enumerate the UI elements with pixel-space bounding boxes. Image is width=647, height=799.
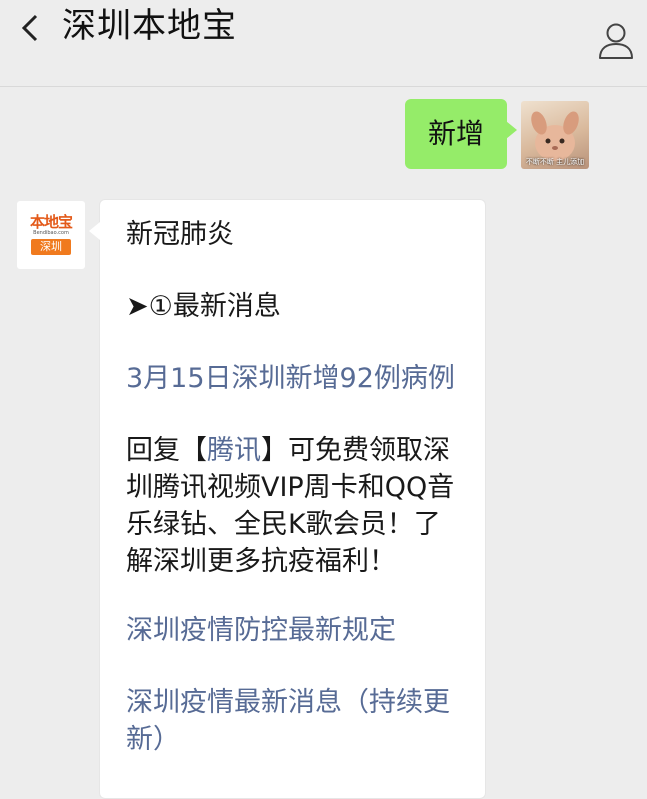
reply-suffix: 】可免费领取深 <box>261 435 450 466</box>
message-section: ➤①最新消息 <box>126 291 281 322</box>
logo-domain: Bendibao.com <box>33 230 69 236</box>
reply-line-2: 圳腾讯视频VIP周卡和QQ音 <box>126 472 455 503</box>
latest-news-link-line-1[interactable]: 深圳疫情最新消息（持续更 <box>126 684 471 721</box>
person-icon <box>599 23 633 59</box>
reply-line-1: 回复【腾讯】可免费领取深 <box>126 432 471 469</box>
logo-text: 本地宝 <box>29 213 73 231</box>
news-link[interactable]: 3月15日深圳新增92例病例 <box>126 360 471 397</box>
incoming-message: 新冠肺炎 ➤①最新消息 3月15日深圳新增92例病例 回复【腾讯】可免费领取深 … <box>89 199 486 799</box>
reply-line-3: 乐绿钻、全民K歌会员！了 <box>126 509 441 540</box>
user-avatar[interactable]: 不断不断 主儿添加 <box>521 101 589 169</box>
message-heading: 新冠肺炎 <box>126 219 234 250</box>
reply-line-4: 解深圳更多抗疫福利！ <box>126 546 396 577</box>
logo-city-badge: 深圳 <box>31 239 71 255</box>
account-avatar[interactable]: 本地宝 Bendibao.com 深圳 <box>17 201 85 269</box>
back-button[interactable] <box>16 8 48 48</box>
reply-keyword-link[interactable]: 腾讯 <box>207 435 261 466</box>
chevron-left-icon <box>21 14 38 42</box>
latest-news-link-line-2[interactable]: 新） <box>126 721 471 758</box>
reply-prefix: 回复【 <box>126 435 207 466</box>
chat-title: 深圳本地宝 <box>62 6 237 46</box>
top-bar: 深圳本地宝 <box>0 0 647 87</box>
profile-button[interactable] <box>596 20 636 62</box>
avatar-caption: 不断不断 主儿添加 <box>525 158 585 166</box>
outgoing-message[interactable]: 新增 <box>405 99 517 169</box>
rules-link[interactable]: 深圳疫情防控最新规定 <box>126 612 471 649</box>
